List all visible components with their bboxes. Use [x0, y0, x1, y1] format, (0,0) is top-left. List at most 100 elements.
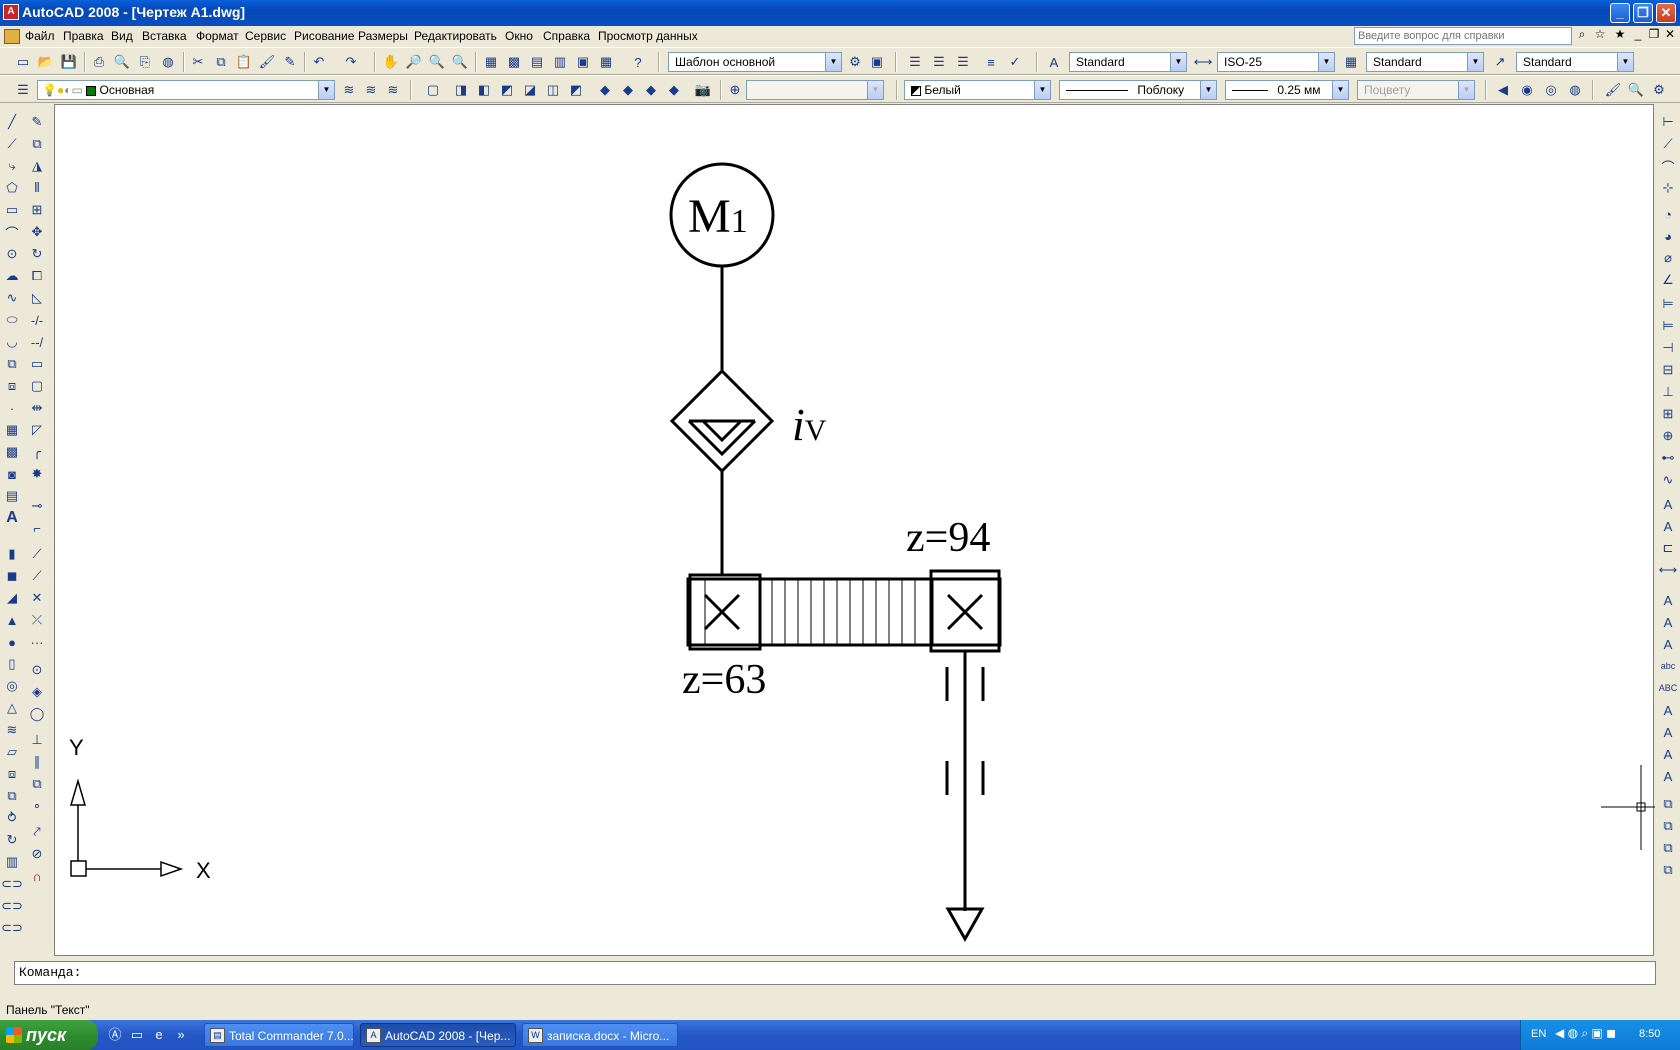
text-style-select[interactable]: Standard ▼	[1069, 52, 1187, 72]
text-style-icon[interactable]: A	[1045, 53, 1063, 71]
print-icon[interactable]: ⎙	[90, 53, 108, 71]
settings-icon[interactable]: ⚙	[1650, 81, 1668, 99]
menu-format[interactable]: Формат	[196, 29, 239, 43]
iso-view-icon-1[interactable]: ◆	[596, 81, 614, 99]
camera-icon[interactable]: 📷	[694, 81, 712, 99]
named-view-select[interactable]: ▼	[746, 80, 884, 100]
layer-icon-4[interactable]: ≡	[982, 53, 1000, 71]
menu-insert[interactable]: Вставка	[142, 29, 187, 43]
dim-angular-icon[interactable]: ∠	[1658, 270, 1678, 290]
offset-icon[interactable]: ⫴	[27, 178, 47, 198]
tool-palettes-icon[interactable]: ▤	[528, 53, 546, 71]
help-search-icon[interactable]: ⌕	[1574, 27, 1590, 43]
3d-dwf-icon[interactable]: ◍	[159, 53, 177, 71]
layer-states-icon[interactable]: ≋	[384, 81, 402, 99]
dim-space-icon[interactable]: ⊟	[1658, 360, 1678, 380]
view-icon-5[interactable]: ◪	[521, 81, 539, 99]
open-icon[interactable]: 📂	[37, 53, 55, 71]
array-icon[interactable]: ⊞	[27, 200, 47, 220]
doc-minimize-button[interactable]: _	[1630, 27, 1646, 43]
snap-nearest-icon[interactable]: ⤤	[27, 822, 47, 842]
sheet-set-icon[interactable]: ▥	[551, 53, 569, 71]
snap-none-icon[interactable]: ⊘	[27, 844, 47, 864]
snap-extension-icon[interactable]: ···	[27, 632, 47, 652]
lineweight-select[interactable]: 0.25 мм ▼	[1225, 80, 1349, 100]
rectangle-icon[interactable]: ▭	[2, 200, 22, 220]
fillet-icon[interactable]: ╭	[27, 442, 47, 462]
polygon-icon[interactable]: ⬠	[2, 178, 22, 198]
dim-radius-icon[interactable]: ◔	[1658, 204, 1678, 224]
union-icon[interactable]: ⊂⊃	[1, 874, 23, 894]
workspace-save-icon[interactable]: ▣	[868, 53, 886, 71]
copy-icon[interactable]: ⧉	[212, 53, 230, 71]
helix-icon[interactable]: ≋	[2, 720, 22, 740]
arc-icon[interactable]: ⌒	[2, 222, 22, 242]
sweep-icon[interactable]: ⥁	[2, 808, 22, 828]
snap-midpoint-icon[interactable]: ⟋	[27, 566, 47, 586]
layer-icon-5[interactable]: ✓	[1006, 53, 1024, 71]
menu-draw[interactable]: Рисование	[294, 29, 354, 43]
snap-node-icon[interactable]: ∘	[27, 796, 47, 816]
cone-icon[interactable]: ▲	[2, 610, 22, 630]
extend-icon[interactable]: --/	[27, 332, 47, 352]
join-icon[interactable]: ⇹	[27, 398, 47, 418]
menu-modify[interactable]: Редактировать	[414, 29, 497, 43]
menu-view[interactable]: Вид	[111, 29, 133, 43]
document-icon[interactable]	[4, 29, 20, 44]
view-icon-3[interactable]: ◧	[475, 81, 493, 99]
text-space-icon[interactable]: A	[1658, 766, 1678, 786]
redo-icon[interactable]: ↷	[342, 53, 360, 71]
zoom-realtime-icon[interactable]: 🔎	[405, 53, 423, 71]
find-text-icon[interactable]: abc	[1658, 656, 1678, 676]
iso-view-icon-4[interactable]: ◆	[665, 81, 683, 99]
insert-block-icon[interactable]: ⧉	[2, 354, 22, 374]
spline-icon[interactable]: ∿	[2, 288, 22, 308]
menu-file[interactable]: Файл	[25, 29, 55, 43]
table-icon[interactable]: ▤	[2, 486, 22, 506]
line-icon[interactable]: ╱	[2, 112, 22, 132]
minimize-button[interactable]: _	[1610, 3, 1630, 23]
dim-style-icon-right[interactable]: ⟷	[1658, 560, 1678, 580]
snap-icon-2[interactable]: ⌐	[27, 518, 47, 538]
layer-icon-1[interactable]: ☰	[906, 53, 924, 71]
box-icon[interactable]: ◼	[2, 566, 22, 586]
linetype-select[interactable]: Поблоку ▼	[1059, 80, 1217, 100]
jogged-linear-icon[interactable]: ∿	[1658, 470, 1678, 490]
polyline-icon[interactable]: ⤷	[2, 156, 22, 176]
mleader-style-select[interactable]: Standard ▼	[1516, 52, 1634, 72]
dim-edit-icon[interactable]: A	[1658, 494, 1678, 514]
loft-icon[interactable]: ▥	[2, 852, 22, 872]
menu-window[interactable]: Окно	[505, 29, 533, 43]
gradient-icon[interactable]: ▩	[2, 442, 22, 462]
communication-icon[interactable]: ☆	[1592, 27, 1608, 43]
text-edit-icon[interactable]: A	[1658, 634, 1678, 654]
new-icon[interactable]: ▭	[14, 53, 32, 71]
stretch-icon[interactable]: ◺	[27, 288, 47, 308]
dim-continue-icon[interactable]: ⊣	[1658, 338, 1678, 358]
block-editor-icon[interactable]: ✎	[281, 53, 299, 71]
menu-data-view[interactable]: Просмотр данных	[598, 29, 698, 43]
render-icon-3[interactable]: ◎	[1542, 81, 1560, 99]
mtext-icon[interactable]: A	[2, 508, 22, 528]
torus-icon[interactable]: ◎	[2, 676, 22, 696]
copy-object-icon[interactable]: ⧉	[27, 134, 47, 154]
motor-label[interactable]: M	[688, 190, 731, 243]
break-icon[interactable]: ▢	[27, 376, 47, 396]
hatch-icon[interactable]: ▦	[2, 420, 22, 440]
scale-icon[interactable]: ⧠	[27, 266, 47, 286]
doc-close-button[interactable]: ✕	[1662, 27, 1678, 43]
dim-update-icon[interactable]: ⊏	[1658, 538, 1678, 558]
gear-z63-frame[interactable]	[688, 573, 762, 651]
table-style-select[interactable]: Standard ▼	[1366, 52, 1484, 72]
layer-icon-3[interactable]: ☰	[954, 53, 972, 71]
doc-restore-button[interactable]: ❐	[1646, 27, 1662, 43]
publish-icon[interactable]: ⎘	[136, 53, 154, 71]
named-views-icon[interactable]: ⊕	[726, 81, 744, 99]
snap-perpendicular-icon[interactable]: ⊥	[27, 730, 47, 750]
draw-order-icon-2[interactable]: ⧉	[1658, 816, 1678, 836]
output-arrow[interactable]	[945, 907, 985, 943]
cut-icon[interactable]: ✂	[189, 53, 207, 71]
layer-previous-icon[interactable]: ≋	[362, 81, 380, 99]
revcloud-icon[interactable]: ☁	[2, 266, 22, 286]
solid-icon-1[interactable]: ▮	[2, 544, 22, 564]
